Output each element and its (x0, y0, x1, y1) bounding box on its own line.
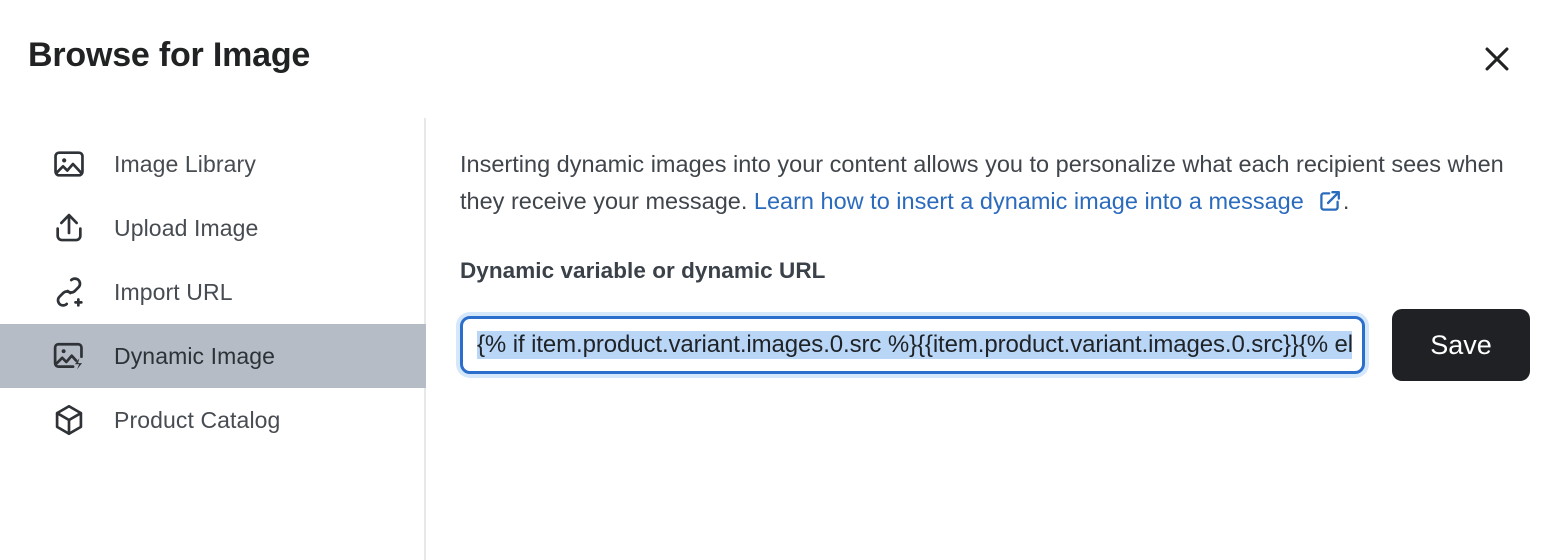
sidebar-item-image-library[interactable]: Image Library (0, 132, 426, 196)
sidebar-item-upload-image[interactable]: Upload Image (0, 196, 426, 260)
dynamic-variable-label: Dynamic variable or dynamic URL (460, 258, 826, 283)
sidebar-item-label: Import URL (114, 278, 233, 305)
content-pane: Inserting dynamic images into your conte… (428, 118, 1560, 560)
sidebar-item-import-url[interactable]: Import URL (0, 260, 426, 324)
description-text: Inserting dynamic images into your conte… (460, 146, 1508, 220)
sidebar-item-label: Image Library (114, 150, 256, 177)
link-plus-icon (49, 272, 89, 312)
image-icon (49, 144, 89, 184)
close-button[interactable] (1476, 38, 1518, 80)
close-icon (1480, 42, 1514, 76)
dynamic-input-wrapper[interactable] (460, 316, 1366, 374)
modal-header: Browse for Image (0, 0, 1560, 118)
field-row: Save (460, 309, 1530, 381)
browse-for-image-modal: Browse for Image Image Library Upload Im… (0, 0, 1560, 560)
sidebar-item-dynamic-image[interactable]: Dynamic Image (0, 324, 426, 388)
sidebar-item-label: Upload Image (114, 214, 259, 241)
cube-icon (49, 400, 89, 440)
dynamic-image-icon (49, 336, 89, 376)
modal-body: Image Library Upload Image Import URL Dy… (0, 118, 1560, 560)
dynamic-variable-input[interactable] (463, 325, 1363, 365)
external-link-icon[interactable] (1318, 189, 1342, 213)
sidebar-item-product-catalog[interactable]: Product Catalog (0, 388, 426, 452)
learn-how-link[interactable]: Learn how to insert a dynamic image into… (754, 188, 1304, 214)
save-button[interactable]: Save (1392, 309, 1530, 381)
sidebar: Image Library Upload Image Import URL Dy… (0, 118, 426, 560)
description-part2: . (1342, 188, 1350, 214)
upload-icon (49, 208, 89, 248)
page-title: Browse for Image (28, 36, 311, 74)
sidebar-item-label: Product Catalog (114, 406, 281, 433)
sidebar-item-label: Dynamic Image (114, 342, 276, 369)
